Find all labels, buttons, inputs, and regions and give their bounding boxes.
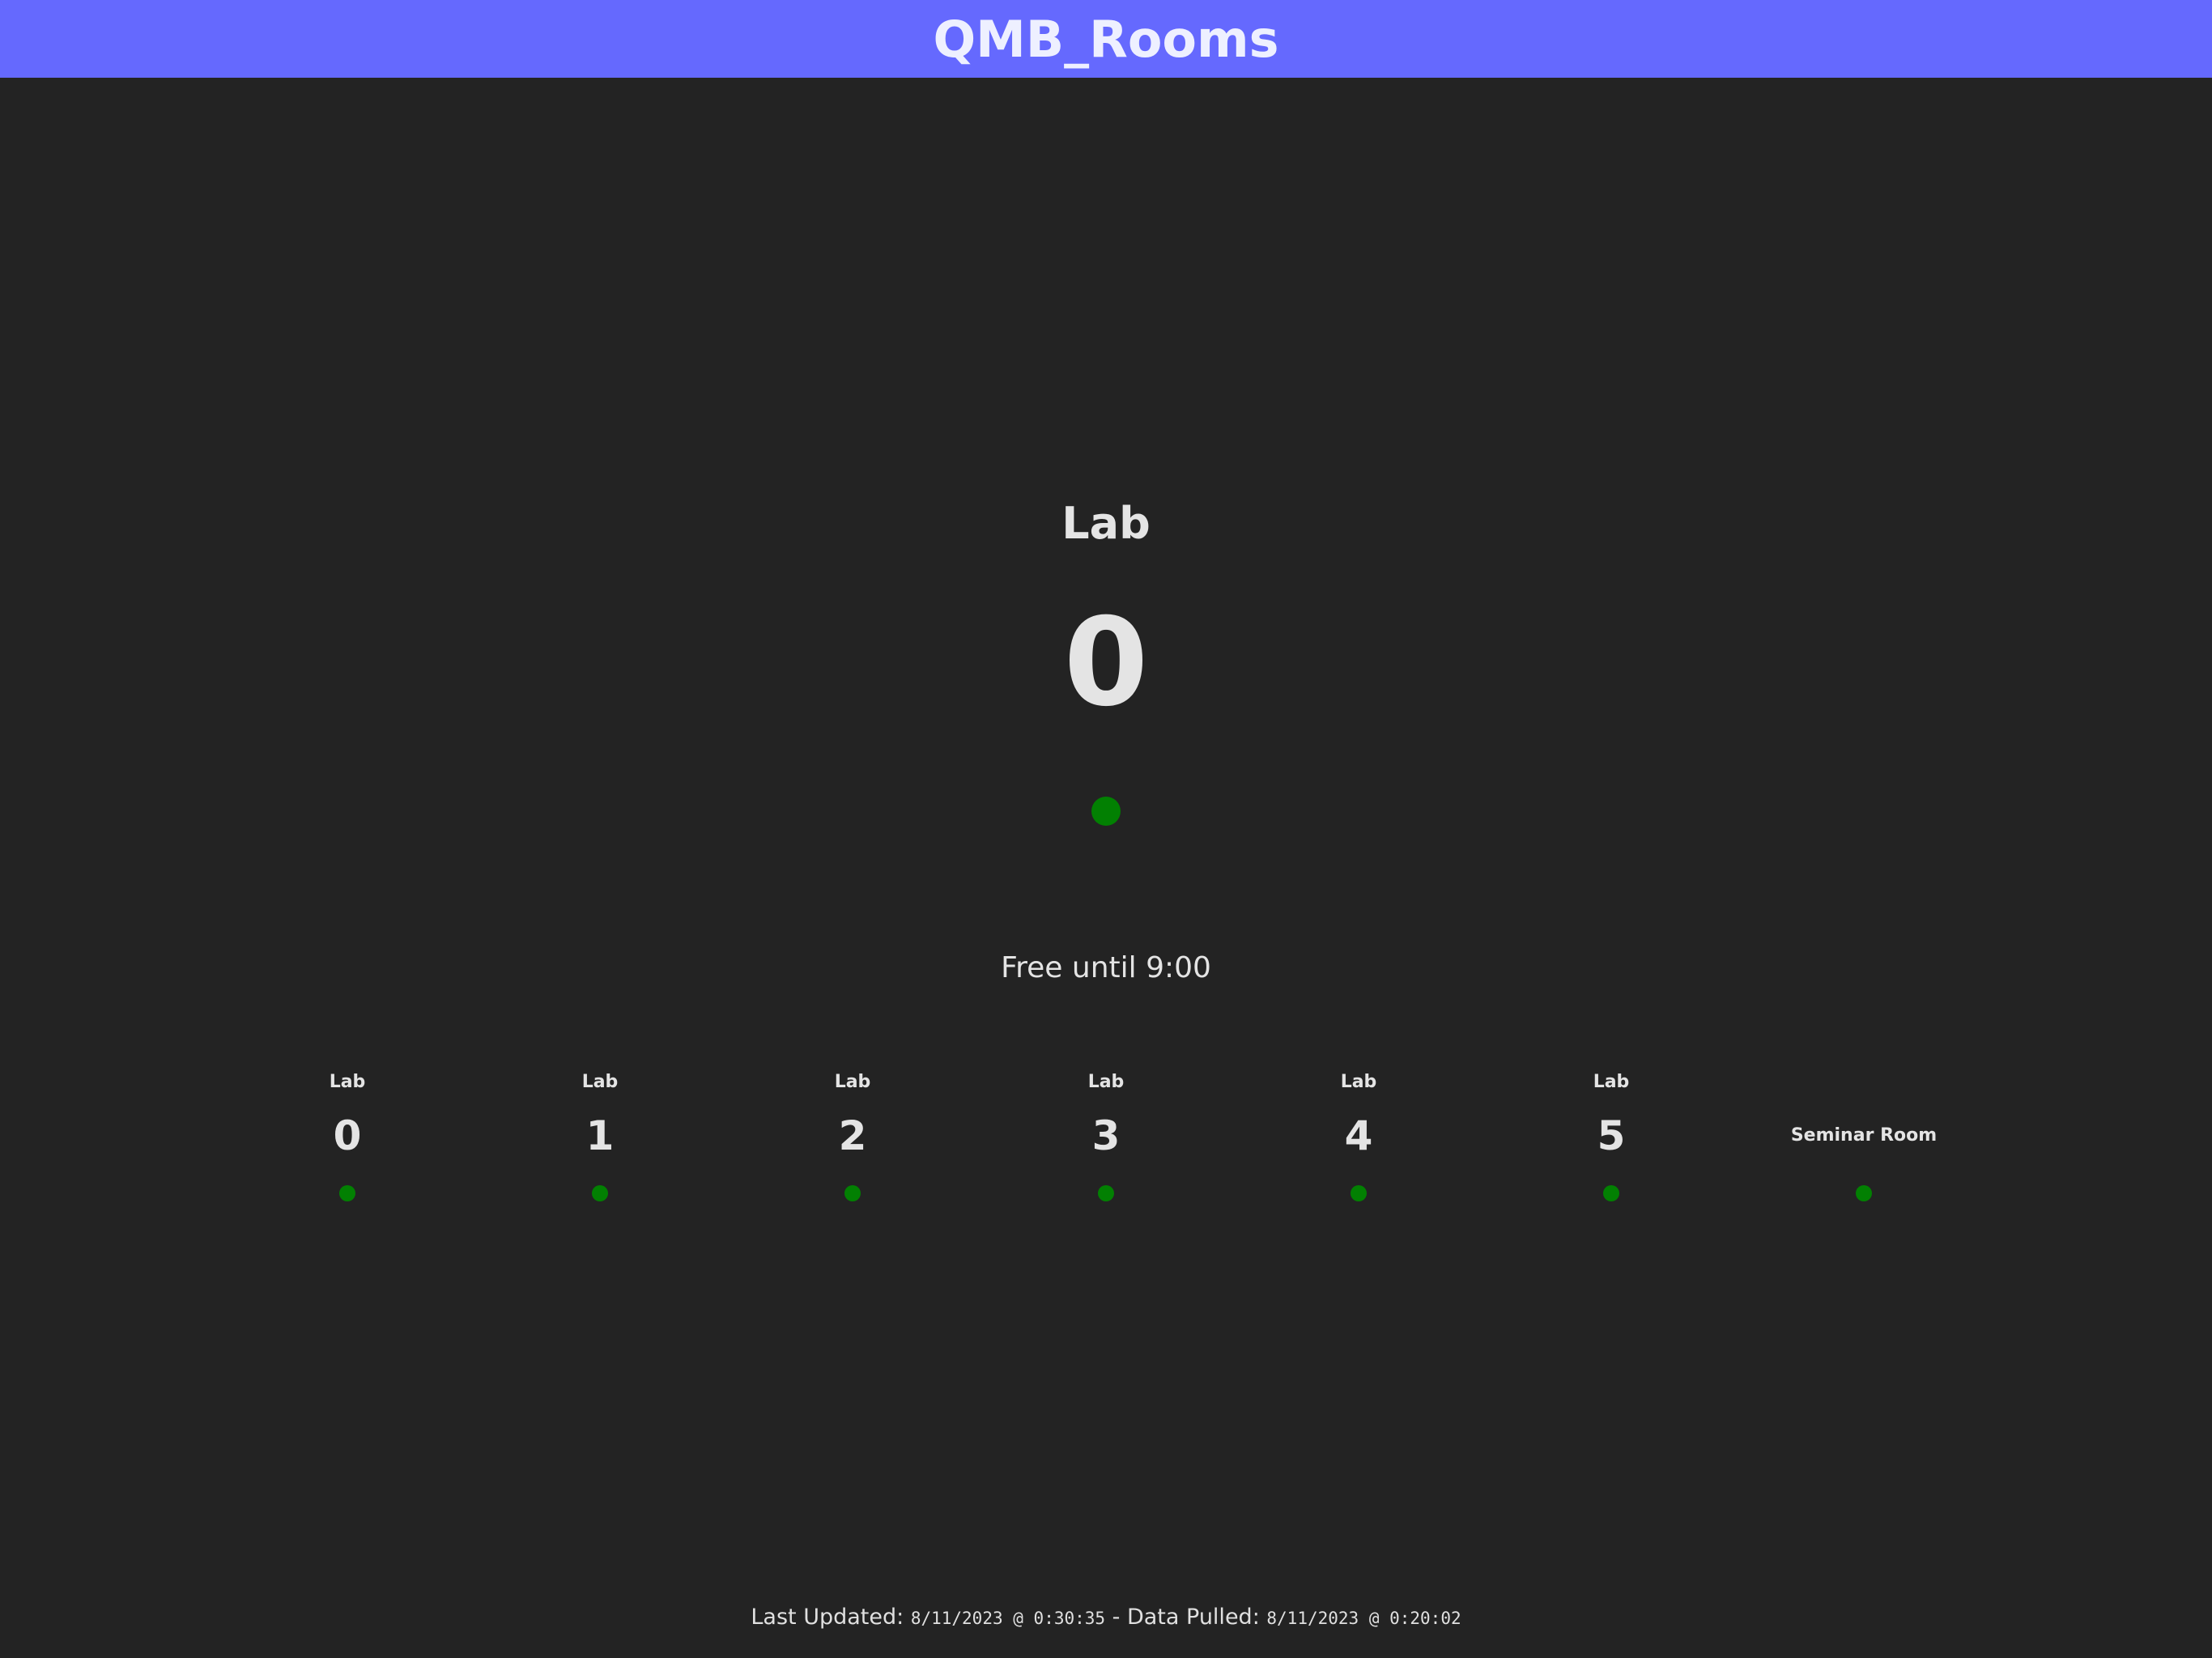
data-pulled-label: - Data Pulled: bbox=[1112, 1605, 1260, 1630]
room-card-lab-1[interactable]: Lab 1 bbox=[495, 1067, 705, 1213]
data-pulled-value: 8/11/2023 @ 0:20:02 bbox=[1266, 1609, 1461, 1628]
room-number: 1 bbox=[585, 1112, 615, 1159]
status-dot-icon bbox=[592, 1185, 608, 1201]
room-card-lab-4[interactable]: Lab 4 bbox=[1253, 1067, 1464, 1213]
status-dot-icon bbox=[1603, 1185, 1619, 1201]
selected-room-label: Lab bbox=[1061, 498, 1151, 549]
room-label: Lab bbox=[581, 1072, 619, 1092]
room-label: Lab bbox=[329, 1072, 366, 1092]
header-bar: QMB_Rooms bbox=[0, 0, 2212, 78]
status-dot-icon bbox=[1091, 797, 1121, 826]
status-dot-icon bbox=[1856, 1185, 1872, 1201]
room-label: Lab bbox=[1340, 1072, 1377, 1092]
app-title: QMB_Rooms bbox=[933, 9, 1279, 69]
last-updated-value: 8/11/2023 @ 0:30:35 bbox=[910, 1609, 1106, 1628]
room-number: 3 bbox=[1091, 1112, 1121, 1159]
room-label: Lab bbox=[1593, 1072, 1630, 1092]
room-card-lab-3[interactable]: Lab 3 bbox=[1001, 1067, 1211, 1213]
status-dot-icon bbox=[1098, 1185, 1114, 1201]
status-dot-icon bbox=[1351, 1185, 1367, 1201]
room-number: 4 bbox=[1344, 1112, 1373, 1159]
room-number: 2 bbox=[838, 1112, 867, 1159]
room-card-seminar-room[interactable]: Seminar Room bbox=[1759, 1067, 1969, 1213]
room-list: Lab 0 Lab 1 Lab 2 Lab 3 Lab 4 Lab 5 Semi… bbox=[0, 1067, 2212, 1213]
room-card-lab-5[interactable]: Lab 5 bbox=[1506, 1067, 1716, 1213]
page: QMB_Rooms Lab 0 Free until 9:00 Lab 0 La… bbox=[0, 0, 2212, 1658]
room-card-lab-0[interactable]: Lab 0 bbox=[242, 1067, 453, 1213]
status-dot-icon bbox=[339, 1185, 355, 1201]
status-dot-icon bbox=[844, 1185, 861, 1201]
room-label: Lab bbox=[1087, 1072, 1125, 1092]
room-number: 5 bbox=[1597, 1112, 1626, 1159]
room-label: Seminar Room bbox=[1790, 1125, 1938, 1146]
selected-room: Lab 0 bbox=[0, 502, 2212, 826]
selected-room-status bbox=[0, 797, 2212, 826]
room-label: Lab bbox=[834, 1072, 871, 1092]
selected-room-status-text: Free until 9:00 bbox=[1001, 951, 1211, 984]
footer-status: Last Updated: 8/11/2023 @ 0:30:35 - Data… bbox=[0, 1606, 2212, 1628]
last-updated-label: Last Updated: bbox=[751, 1605, 904, 1630]
room-card-lab-2[interactable]: Lab 2 bbox=[747, 1067, 958, 1213]
selected-room-number: 0 bbox=[1063, 593, 1149, 733]
room-number: 0 bbox=[333, 1112, 362, 1159]
